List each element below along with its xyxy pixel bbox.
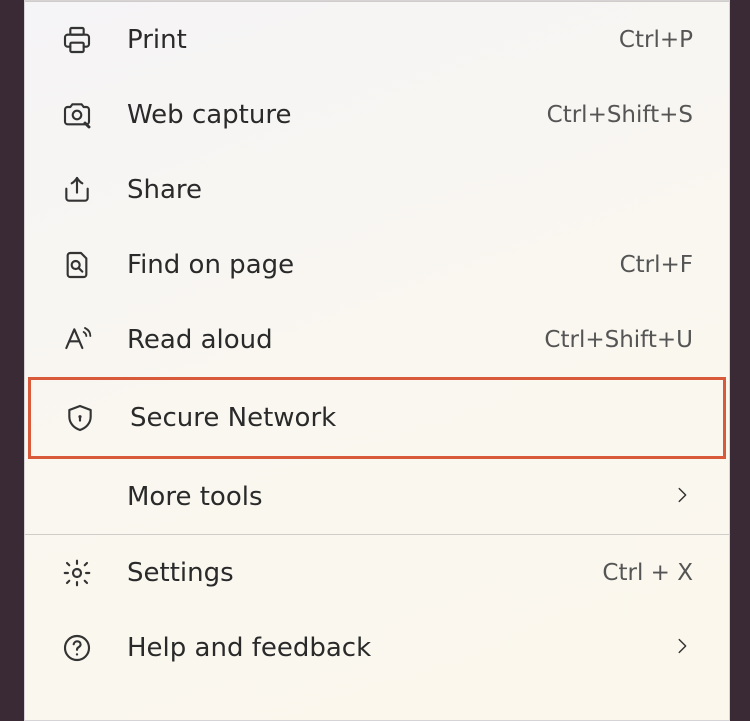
menu-item-label: Read aloud — [127, 325, 544, 355]
print-icon — [57, 20, 97, 60]
menu-item-shortcut: Ctrl+Shift+U — [544, 327, 693, 353]
menu-item-label: Print — [127, 25, 619, 55]
gear-icon — [57, 553, 97, 593]
menu-item-shortcut: Ctrl+Shift+S — [547, 102, 693, 128]
chevron-right-icon — [671, 484, 693, 510]
shield-icon — [60, 398, 100, 438]
find-on-page-icon — [57, 245, 97, 285]
menu-item-read-aloud[interactable]: Read aloud Ctrl+Shift+U — [25, 302, 729, 377]
menu-item-label: Find on page — [127, 250, 620, 280]
menu-item-help-feedback[interactable]: Help and feedback — [25, 610, 729, 685]
menu-item-shortcut: Ctrl+F — [620, 252, 693, 278]
help-icon — [57, 628, 97, 668]
menu-item-secure-network[interactable]: Secure Network — [28, 377, 726, 459]
menu-item-shortcut: Ctrl + X — [602, 560, 693, 586]
share-icon — [57, 170, 97, 210]
menu-item-find-on-page[interactable]: Find on page Ctrl+F — [25, 227, 729, 302]
read-aloud-icon — [57, 320, 97, 360]
camera-icon — [57, 95, 97, 135]
menu-item-more-tools[interactable]: More tools — [25, 459, 729, 534]
menu-item-web-capture[interactable]: Web capture Ctrl+Shift+S — [25, 77, 729, 152]
menu-item-label: Help and feedback — [127, 633, 671, 663]
menu-item-label: Settings — [127, 558, 602, 588]
menu-item-label: Web capture — [127, 100, 547, 130]
menu-item-print[interactable]: Print Ctrl+P — [25, 2, 729, 77]
menu-item-settings[interactable]: Settings Ctrl + X — [25, 535, 729, 610]
menu-item-label: Share — [127, 175, 693, 205]
menu-item-share[interactable]: Share — [25, 152, 729, 227]
chevron-right-icon — [671, 635, 693, 661]
menu-item-label: Secure Network — [130, 403, 690, 433]
menu-item-label: More tools — [127, 482, 671, 512]
browser-overflow-menu: Print Ctrl+P Web capture Ctrl+Shift+S Sh… — [24, 0, 730, 721]
menu-item-shortcut: Ctrl+P — [619, 27, 693, 53]
